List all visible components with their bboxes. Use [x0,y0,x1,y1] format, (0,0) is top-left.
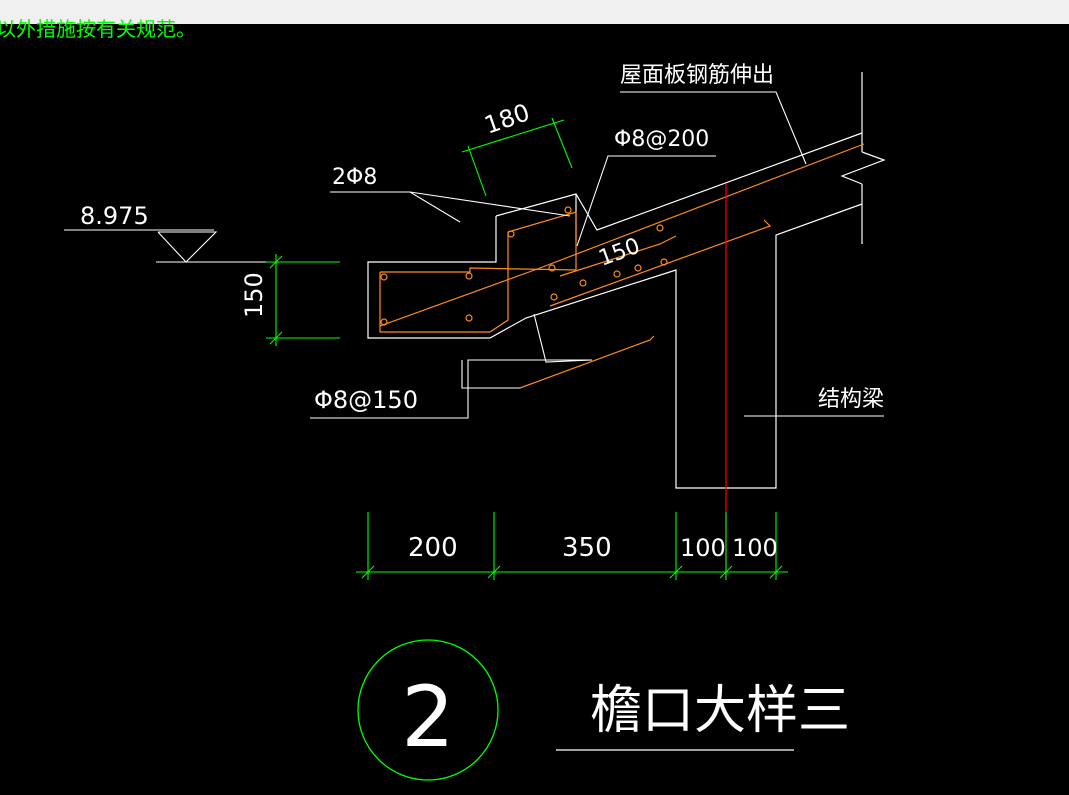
label-stirrup-lower: Φ8@150 [314,386,418,414]
dim-bottom-200: 200 [408,533,458,563]
eave-concrete-outline [367,132,863,489]
elevation-marker [64,229,340,263]
label-roof-rebar-extend: 屋面板钢筋伸出 [620,63,774,88]
label-top-bars: 2Φ8 [332,165,377,190]
rebar-lines [379,143,865,389]
cad-drawing-canvas[interactable]: 以外措施按有关规范。 8.975 150 180 150 200 350 100… [0,0,1069,795]
label-structural-beam: 结构梁 [818,387,884,412]
dim-bottom-350: 350 [562,533,612,563]
rebar-dots [380,206,668,326]
label-stirrup-upper: Φ8@200 [614,127,709,152]
wall-break-line [840,72,886,244]
dim-bottom-100-a: 100 [680,534,726,562]
elevation-label: 8.975 [80,202,149,230]
dim-slant-180: 180 [481,98,533,139]
header-note: 以外措施按有关规范。 [0,17,196,41]
detail-title: 檐口大样三 [590,681,850,741]
dim-vertical-150: 150 [240,272,268,318]
dim-bottom-100-b: 100 [732,534,778,562]
detail-number: 2 [401,668,454,766]
